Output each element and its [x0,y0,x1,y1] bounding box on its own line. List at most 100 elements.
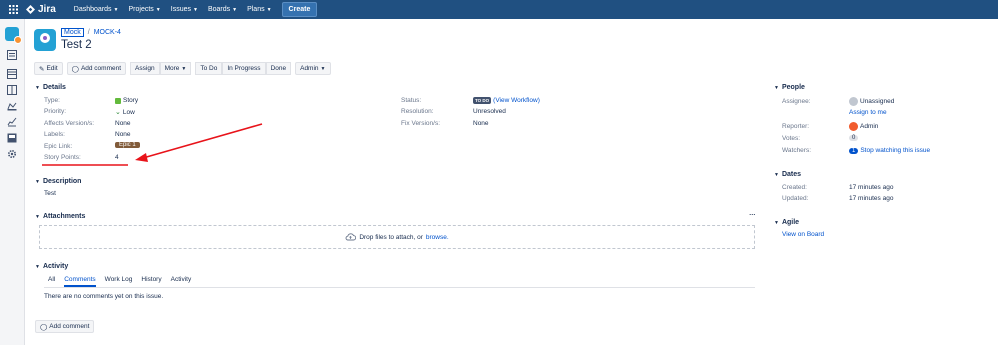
people-section-header[interactable]: ▼ People [774,84,805,91]
priority-value: ⌄ Low [115,108,135,117]
nav-boards[interactable]: Boards ▼ [208,6,237,13]
nav-dashboards[interactable]: Dashboards ▼ [74,6,119,13]
votes-value[interactable]: 0 [849,135,859,141]
reports-icon[interactable] [7,117,17,127]
assign-to-me-link[interactable]: Assign to me [849,109,887,116]
issue-toolbar: ✎ Edit ◯ Add comment Assign More ▼ To Do In… [34,62,331,75]
story-points-value[interactable]: 4 [115,154,119,161]
details-section-header[interactable]: ▼ Details [35,84,66,91]
reporter-value[interactable]: Admin [849,122,878,131]
jira-logo[interactable]: Jira [26,4,56,15]
unassigned-avatar-icon [849,97,858,106]
assign-button[interactable]: Assign [130,62,160,75]
releases-icon[interactable] [7,101,17,111]
status-value: TO DO (View Workflow) [473,97,540,104]
activity-tabs: All Comments Work Log History Activity [48,276,191,287]
bottom-add-comment-button[interactable]: ◯ Add comment [35,320,95,333]
priority-low-icon: ⌄ [115,109,121,116]
story-icon [115,97,121,104]
view-workflow-link[interactable]: (View Workflow) [493,97,540,104]
type-label: Type: [44,97,60,104]
chevron-down-icon: ▼ [774,84,779,91]
stop-watching-link[interactable]: Stop watching this issue [860,147,930,154]
tabs-divider [44,287,755,288]
top-navigation-bar: Jira Dashboards ▼ Projects ▼ Issues ▼ Board… [0,0,998,19]
comment-icon: ◯ [71,65,79,73]
chevron-down-icon: ▼ [266,6,272,13]
to-do-button[interactable]: To Do [195,62,223,75]
breadcrumb-issue-key[interactable]: MOCK-4 [94,29,121,36]
chevron-down-icon: ▼ [113,6,119,13]
chevron-down-icon: ▼ [35,263,40,270]
issues-icon[interactable] [7,133,17,143]
chevron-down-icon: ▼ [192,6,198,13]
created-label: Created: [782,184,807,191]
agile-section-header[interactable]: ▼ Agile [774,219,799,226]
description-section-header[interactable]: ▼ Description [35,178,81,185]
assignee-value[interactable]: Unassigned [849,97,894,106]
annotation-arrow-line [142,123,263,159]
tab-all[interactable]: All [48,276,55,287]
affects-version-label: Affects Version/s: [44,120,95,127]
chevron-down-icon: ▼ [181,65,187,72]
view-on-board-link[interactable]: View on Board [782,231,824,238]
updated-value: 17 minutes ago [849,195,894,202]
epic-link-label: Epic Link: [44,143,73,150]
reporter-label: Reporter: [782,123,810,130]
breadcrumb-project-link[interactable]: Mock [61,28,84,37]
edit-button[interactable]: ✎ Edit [34,62,63,75]
issue-title[interactable]: Test 2 [61,39,92,51]
tab-history[interactable]: History [141,276,161,287]
type-value: Story [115,97,138,104]
comment-icon: ◯ [40,323,48,331]
project-avatar-icon[interactable] [5,27,22,44]
nav-issues[interactable]: Issues ▼ [171,6,198,13]
tab-comments[interactable]: Comments [64,276,96,287]
settings-gear-icon[interactable] [7,149,17,159]
in-progress-button[interactable]: In Progress [222,62,266,75]
board-icon[interactable] [7,69,17,79]
activity-section-header[interactable]: ▼ Activity [35,263,68,270]
chevron-down-icon: ▼ [35,178,40,185]
labels-value: None [115,131,131,138]
watchers-value[interactable]: 1 Stop watching this issue [849,147,930,154]
breadcrumb: Mock / MOCK-4 [61,28,121,37]
watchers-label: Watchers: [782,147,812,154]
kanban-icon[interactable] [7,85,17,95]
attachments-more-icon[interactable]: … [749,210,756,217]
status-label: Status: [401,97,422,104]
reporter-avatar-icon [849,122,858,131]
app-switcher-icon[interactable] [0,0,26,19]
fix-version-label: Fix Version/s: [401,120,441,127]
nav-plans[interactable]: Plans ▼ [247,6,271,13]
backlog-icon[interactable] [7,50,17,60]
no-comments-text: There are no comments yet on this issue. [44,293,164,300]
tab-activity[interactable]: Activity [171,276,192,287]
resolution-value: Unresolved [473,108,506,115]
epic-link-value[interactable]: Epic 1 [115,142,140,148]
updated-label: Updated: [782,195,809,202]
tab-work-log[interactable]: Work Log [105,276,133,287]
attachment-dropzone[interactable]: Drop files to attach, or browse. [39,225,755,249]
add-comment-button[interactable]: ◯ Add comment [66,62,127,75]
admin-button[interactable]: Admin ▼ [295,62,331,75]
done-button[interactable]: Done [265,62,292,75]
pencil-icon: ✎ [39,65,45,73]
dates-section-header[interactable]: ▼ Dates [774,171,801,178]
affects-version-value: None [115,120,131,127]
labels-label: Labels: [44,131,65,138]
project-avatar[interactable] [34,29,56,51]
created-value: 17 minutes ago [849,184,894,191]
chevron-down-icon: ▼ [155,6,161,13]
breadcrumb-separator: / [87,29,90,36]
project-sidebar [0,19,25,345]
jira-logo-icon [26,5,35,14]
create-button[interactable]: Create [281,2,318,17]
status-lozenge: TO DO [473,97,492,104]
attachments-section-header[interactable]: ▼ Attachments [35,213,85,220]
annotation-arrow-head [135,153,148,162]
browse-link[interactable]: browse. [426,234,449,241]
more-button[interactable]: More ▼ [159,62,192,75]
description-text[interactable]: Test [44,190,56,197]
nav-projects[interactable]: Projects ▼ [129,6,161,13]
